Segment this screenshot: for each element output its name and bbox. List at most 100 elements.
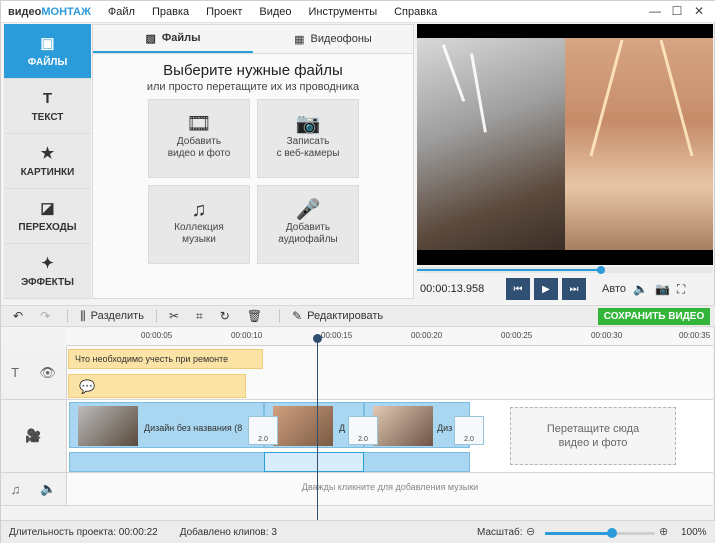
ruler-tick-label: 00:00:25 [501, 331, 533, 340]
maximize-button[interactable]: ☐ [666, 4, 688, 18]
ruler-tick-label: 00:00:10 [231, 331, 263, 340]
zoom-in-icon[interactable]: ⊕ [659, 525, 668, 538]
play-button[interactable]: ▶ [534, 278, 558, 300]
seek-handle[interactable] [597, 266, 605, 274]
split-button[interactable]: ⫼ Разделить [80, 309, 144, 324]
menu-bar: видеоМОНТАЖ Файл Правка Проект Видео Инс… [1, 1, 715, 23]
clips-count: Добавлено клипов: 3 [179, 527, 277, 538]
tab-video-backgrounds[interactable]: ▦ Видеофоны [253, 25, 413, 53]
menu-file[interactable]: Файл [108, 6, 135, 18]
previous-button[interactable]: ⏮ [506, 278, 530, 300]
window-controls: — ☐ ✕ [644, 4, 710, 18]
image-icon: ▣ [40, 34, 55, 52]
clip-title: Д [339, 423, 346, 433]
zoom-label: Масштаб: [477, 527, 523, 538]
sticker-clip[interactable]: 💬 [68, 374, 246, 398]
next-button[interactable]: ⏭ [562, 278, 586, 300]
seek-bar[interactable] [417, 266, 713, 274]
sidebar-item-label: ЭФФЕКТЫ [21, 276, 74, 288]
speech-bubble-icon: 💬 [79, 379, 96, 394]
menu-project[interactable]: Проект [206, 6, 242, 18]
pencil-icon: ✎ [292, 309, 303, 323]
menu-edit[interactable]: Правка [152, 6, 189, 18]
app-window: видеоМОНТАЖ Файл Правка Проект Видео Инс… [0, 0, 715, 543]
fullscreen-icon[interactable]: ⛶ [677, 282, 685, 297]
clip-title: Дизайн без названия (8 [144, 423, 243, 433]
camera-icon[interactable]: 📷 [655, 282, 670, 296]
selected-clip-audio[interactable] [264, 452, 364, 472]
sidebar-item-label: ПЕРЕХОДЫ [18, 221, 77, 233]
delete-button[interactable]: 🗑 [247, 309, 267, 323]
status-bar: Длительность проекта: 00:00:22 Добавлено… [1, 520, 715, 543]
undo-icon: ↶ [13, 309, 24, 323]
magic-wand-icon: ✦ [41, 254, 54, 272]
crop-button[interactable]: ⌗ [196, 309, 208, 324]
video-track[interactable]: Дизайн без названия (8 Д Диз 2.0 2.0 2.0… [67, 400, 713, 473]
timeline-ruler[interactable]: 00:00:05 00:00:10 00:00:15 00:00:20 00:0… [67, 328, 713, 346]
microphone-icon: 🎤 [295, 198, 321, 221]
video-track-header: 🎥 [1, 400, 67, 473]
minimize-button[interactable]: — [644, 4, 666, 18]
menu-help[interactable]: Справка [394, 6, 437, 18]
sidebar-item-effects[interactable]: ✦ ЭФФЕКТЫ [4, 244, 91, 299]
transition-block[interactable]: 2.0 [454, 416, 484, 445]
ruler-tick-label: 00:00:30 [591, 331, 623, 340]
video-camera-icon: 🎥 [25, 428, 42, 443]
edit-button[interactable]: ✎ Редактировать [292, 309, 383, 323]
auto-quality-toggle[interactable]: Авто [602, 283, 626, 295]
text-track[interactable]: Что необходимо учесть при ремонте 💬 [67, 346, 713, 400]
text-clip[interactable]: Что необходимо учесть при ремонте [68, 349, 263, 369]
undo-button[interactable]: ↶ [13, 309, 28, 323]
preview-frame-right [565, 38, 713, 250]
ruler-tick-label: 00:00:15 [321, 331, 353, 340]
rotate-button[interactable]: ↻ [220, 309, 235, 323]
video-clip[interactable]: Дизайн без названия (8 [69, 402, 264, 448]
eye-icon[interactable]: 👁 [39, 365, 56, 381]
tab-label: Файлы [161, 32, 201, 44]
divider [279, 309, 281, 323]
clip-thumbnail [373, 406, 433, 446]
transition-block[interactable]: 2.0 [348, 416, 378, 445]
text-track-header: T 👁 [1, 346, 67, 400]
music-notes-icon: ♫ [191, 198, 207, 221]
music-collection-button[interactable]: ♫ Коллекция музыки [148, 185, 250, 264]
zoom-out-icon[interactable]: ⊖ [526, 525, 535, 538]
sidebar-item-pictures[interactable]: ★ КАРТИНКИ [4, 134, 91, 189]
cut-button[interactable]: ✂ [169, 309, 184, 323]
music-track-header: ♫ 🔈 [1, 473, 67, 506]
volume-icon[interactable]: 🔈 [633, 282, 648, 296]
save-video-button[interactable]: СОХРАНИТЬ ВИДЕО [598, 308, 710, 325]
seek-progress [417, 269, 600, 271]
volume-icon[interactable]: 🔈 [40, 481, 56, 497]
zoom-slider[interactable] [545, 528, 655, 538]
zoom-slider-fill [545, 532, 611, 535]
record-webcam-button[interactable]: 📷 Записать с веб-камеры [257, 99, 359, 178]
music-track[interactable]: Дважды кликните для добавления музыки [67, 473, 713, 506]
clip-thumbnail [78, 406, 138, 446]
transition-block[interactable]: 2.0 [248, 416, 278, 445]
zoom-slider-handle[interactable] [607, 528, 617, 538]
music-hint: Дважды кликните для добавления музыки [301, 482, 479, 492]
close-button[interactable]: ✕ [688, 4, 710, 18]
divider [67, 309, 69, 323]
add-audio-button[interactable]: 🎤 Добавить аудиофайлы [257, 185, 359, 264]
panel-tabs: ▧ Файлы ▦ Видеофоны [93, 25, 413, 54]
add-video-photo-button[interactable]: 🎞 Добавить видео и фото [148, 99, 250, 178]
menu-tools[interactable]: Инструменты [309, 6, 378, 18]
clip-title: Диз [437, 423, 453, 433]
playhead[interactable] [317, 334, 318, 520]
playhead-handle[interactable] [313, 334, 322, 343]
app-logo: видеоМОНТАЖ [8, 5, 91, 18]
rotate-icon: ↻ [219, 309, 230, 323]
menu-video[interactable]: Видео [259, 6, 291, 18]
video-preview[interactable] [417, 24, 713, 265]
sidebar-item-files[interactable]: ▣ ФАЙЛЫ [4, 24, 91, 79]
sidebar-item-label: ТЕКСТ [31, 111, 64, 123]
drop-zone[interactable]: Перетащите сюда видео и фото [510, 407, 676, 465]
tab-files[interactable]: ▧ Файлы [93, 25, 253, 53]
sidebar-item-transitions[interactable]: ◪ ПЕРЕХОДЫ [4, 189, 91, 244]
player-controls: 00:00:13.958 ⏮ ▶ ⏭ Авто 🔈 📷 ⛶ [417, 276, 713, 302]
sidebar-item-text[interactable]: T ТЕКСТ [4, 79, 91, 134]
trash-icon: 🗑 [246, 309, 263, 323]
redo-button[interactable]: ↷ [40, 309, 55, 323]
